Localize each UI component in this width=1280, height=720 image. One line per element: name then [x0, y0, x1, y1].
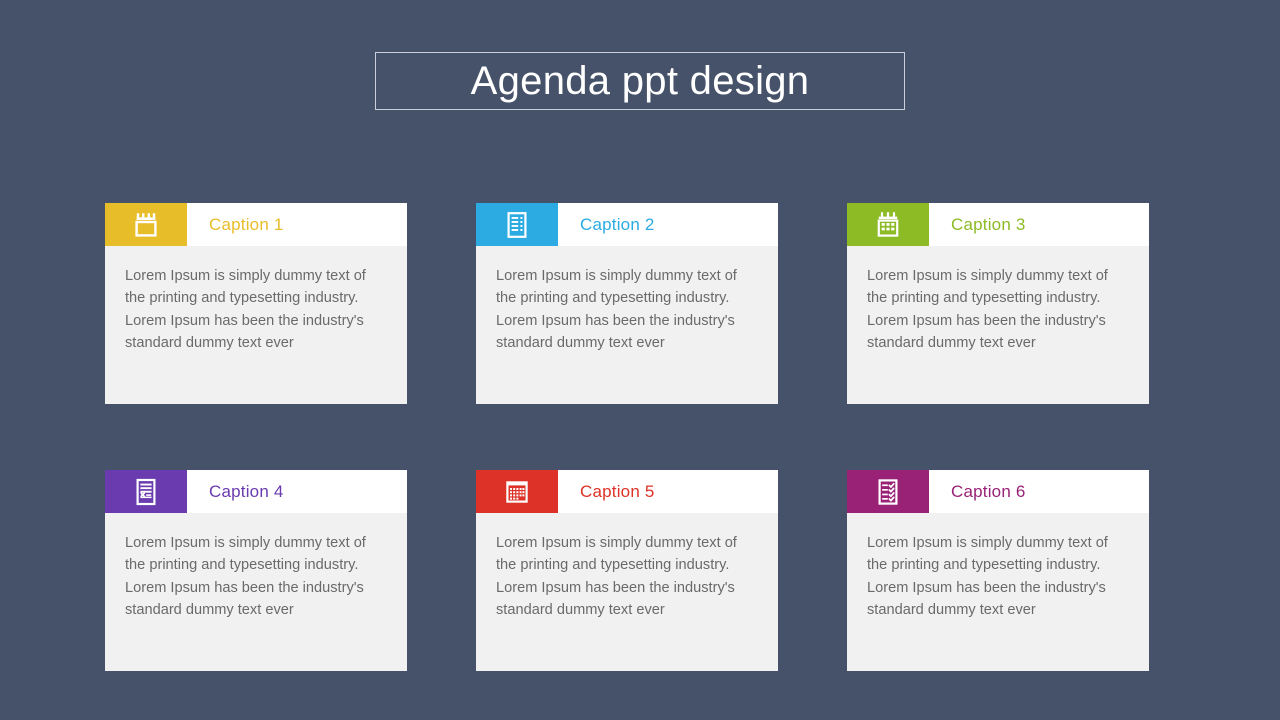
- card-body-text: Lorem Ipsum is simply dummy text of the …: [867, 268, 1108, 351]
- agenda-card[interactable]: Caption 4 Lorem Ipsum is simply dummy te…: [105, 470, 407, 671]
- calendar-grid-icon: [872, 209, 904, 241]
- calendar-dense-grid-icon: [501, 476, 533, 508]
- agenda-card[interactable]: Caption 6 Lorem Ipsum is simply dummy te…: [847, 470, 1149, 671]
- card-header: Caption 2: [476, 203, 778, 246]
- card-caption: Caption 1: [209, 214, 284, 234]
- agenda-card[interactable]: Caption 1 Lorem Ipsum is simply dummy te…: [105, 203, 407, 404]
- card-body-text: Lorem Ipsum is simply dummy text of the …: [496, 535, 737, 618]
- card-body-text: Lorem Ipsum is simply dummy text of the …: [496, 268, 737, 351]
- card-body: Lorem Ipsum is simply dummy text of the …: [847, 513, 1149, 671]
- card-header: Caption 3: [847, 203, 1149, 246]
- card-caption: Caption 3: [951, 214, 1026, 234]
- document-list-icon: [501, 209, 533, 241]
- card-icon-block: [476, 203, 558, 246]
- card-caption-area: Caption 4: [187, 470, 407, 513]
- calendar-icon: [130, 209, 162, 241]
- card-caption-area: Caption 6: [929, 470, 1149, 513]
- card-caption-area: Caption 1: [187, 203, 407, 246]
- card-body: Lorem Ipsum is simply dummy text of the …: [847, 246, 1149, 404]
- card-body-text: Lorem Ipsum is simply dummy text of the …: [125, 268, 366, 351]
- card-caption: Caption 5: [580, 481, 655, 501]
- card-caption: Caption 6: [951, 481, 1026, 501]
- card-icon-block: [847, 470, 929, 513]
- card-icon-block: [847, 203, 929, 246]
- card-caption-area: Caption 3: [929, 203, 1149, 246]
- slide-title-frame: Agenda ppt design: [375, 52, 905, 110]
- card-caption: Caption 4: [209, 481, 284, 501]
- card-body: Lorem Ipsum is simply dummy text of the …: [105, 246, 407, 404]
- card-caption: Caption 2: [580, 214, 655, 234]
- card-body: Lorem Ipsum is simply dummy text of the …: [105, 513, 407, 671]
- agenda-card[interactable]: Caption 5 Lorem Ipsum is simply dummy te…: [476, 470, 778, 671]
- card-icon-block: [105, 470, 187, 513]
- card-caption-area: Caption 2: [558, 203, 778, 246]
- agenda-card[interactable]: Caption 2 Lorem Ipsum is simply dummy te…: [476, 203, 778, 404]
- agenda-card[interactable]: Caption 3 Lorem Ipsum is simply dummy te…: [847, 203, 1149, 404]
- card-header: Caption 4: [105, 470, 407, 513]
- card-icon-block: [476, 470, 558, 513]
- signed-document-icon: [130, 476, 162, 508]
- card-body: Lorem Ipsum is simply dummy text of the …: [476, 246, 778, 404]
- card-body-text: Lorem Ipsum is simply dummy text of the …: [867, 535, 1108, 618]
- card-caption-area: Caption 5: [558, 470, 778, 513]
- card-header: Caption 6: [847, 470, 1149, 513]
- checklist-icon: [872, 476, 904, 508]
- card-icon-block: [105, 203, 187, 246]
- page-title: Agenda ppt design: [470, 59, 810, 103]
- card-body: Lorem Ipsum is simply dummy text of the …: [476, 513, 778, 671]
- card-header: Caption 5: [476, 470, 778, 513]
- card-body-text: Lorem Ipsum is simply dummy text of the …: [125, 535, 366, 618]
- card-header: Caption 1: [105, 203, 407, 246]
- agenda-card-grid: Caption 1 Lorem Ipsum is simply dummy te…: [105, 203, 1175, 671]
